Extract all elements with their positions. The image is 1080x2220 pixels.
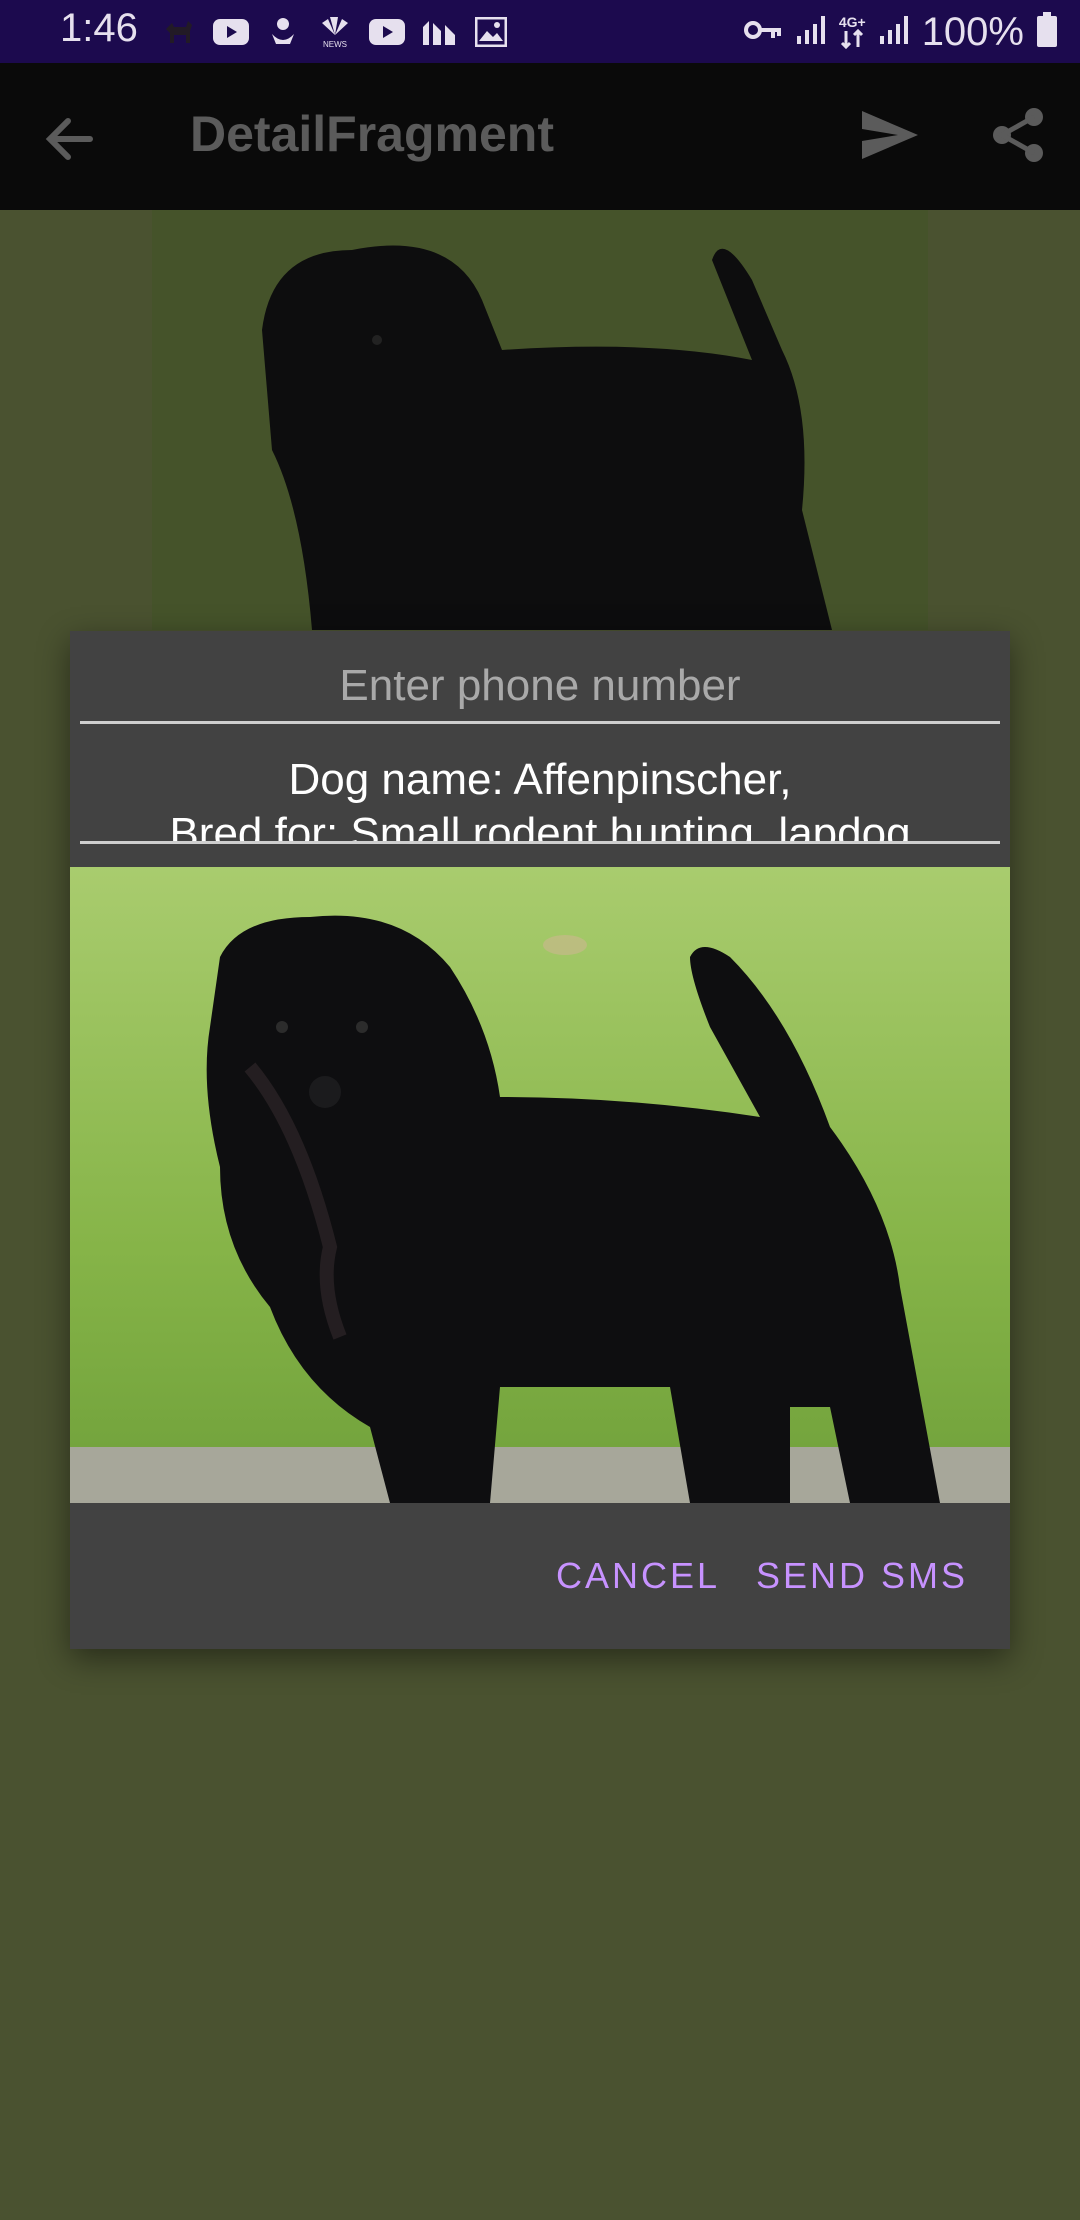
status-bar: 1:46 NEWS 4G+ 100% [0, 0, 1080, 63]
sms-dialog: Dog name: Affenpinscher, Bred for: Small… [70, 631, 1010, 1649]
youtube-icon [212, 16, 250, 48]
bird-icon [264, 16, 302, 48]
dog-icon [160, 16, 198, 48]
battery-icon [1036, 11, 1058, 53]
battery-percent: 100% [921, 9, 1024, 54]
status-time: 1:46 [60, 6, 138, 50]
nbc-news-icon: NEWS [316, 16, 354, 49]
app-bar: DetailFragment [0, 63, 1080, 210]
send-sms-button[interactable]: SEND SMS [756, 1555, 968, 1597]
message-line-1: Dog name: Affenpinscher, [288, 755, 792, 804]
status-right: 4G+ 100% [743, 8, 1058, 56]
image-icon [472, 16, 510, 48]
share-icon[interactable] [988, 105, 1048, 170]
dog-photo [70, 867, 1010, 1503]
network-type-icon: 4G+ [839, 15, 866, 49]
back-arrow-icon[interactable] [40, 109, 100, 174]
vpn-key-icon [743, 18, 783, 47]
signal-icon [795, 14, 827, 51]
svg-text:NEWS: NEWS [323, 40, 347, 49]
page-title: DetailFragment [190, 106, 554, 162]
youtube-icon [368, 16, 406, 48]
send-icon[interactable] [858, 105, 922, 170]
message-line-2: Bred for: Small rodent hunting, lapdog [169, 809, 911, 844]
cancel-button[interactable]: CANCEL [556, 1555, 720, 1597]
network-label: 4G+ [838, 14, 866, 30]
phone-number-input[interactable] [80, 651, 1000, 724]
dog-photo-background [152, 210, 928, 630]
chart-app-icon [420, 16, 458, 48]
signal-icon-2 [878, 14, 910, 51]
message-text-field[interactable]: Dog name: Affenpinscher, Bred for: Small… [80, 753, 1000, 844]
notification-icons: NEWS [160, 14, 510, 50]
